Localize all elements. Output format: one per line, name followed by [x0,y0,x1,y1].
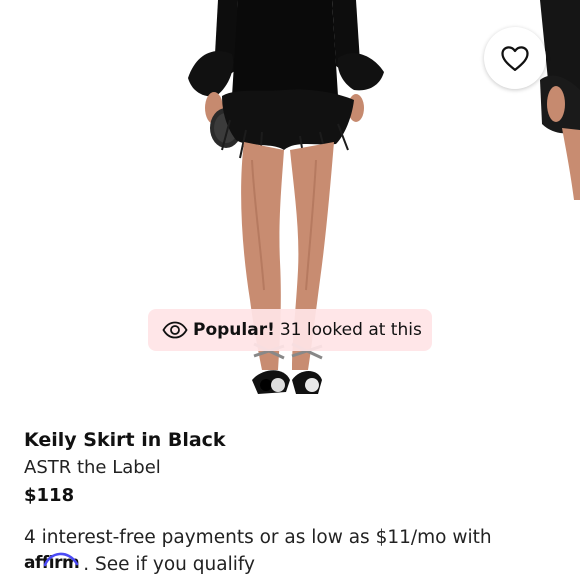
affirm-arc-icon [43,552,79,566]
affirm-logo: affirm [24,552,80,577]
heart-icon [501,46,529,71]
product-title: Keily Skirt in Black [24,429,226,451]
financing-line: 4 interest-free payments or as low as $1… [24,527,492,548]
popular-count-text: 31 looked at this [279,320,422,340]
favorite-button[interactable] [484,27,546,89]
eye-icon [162,321,188,339]
brand-link[interactable]: ASTR the Label [24,454,570,481]
see-if-you-qualify-link[interactable]: . See if you qualify [83,551,255,578]
financing-message: 4 interest-free payments or as low as $1… [24,524,492,578]
popularity-badge: Popular! 31 looked at this [148,309,432,351]
product-price: $118 [24,485,75,506]
product-image-gallery[interactable]: Popular! 31 looked at this [0,0,580,410]
popular-label: Popular! [193,320,275,340]
product-info: Keily Skirt in Black ASTR the Label $118 [24,426,570,511]
